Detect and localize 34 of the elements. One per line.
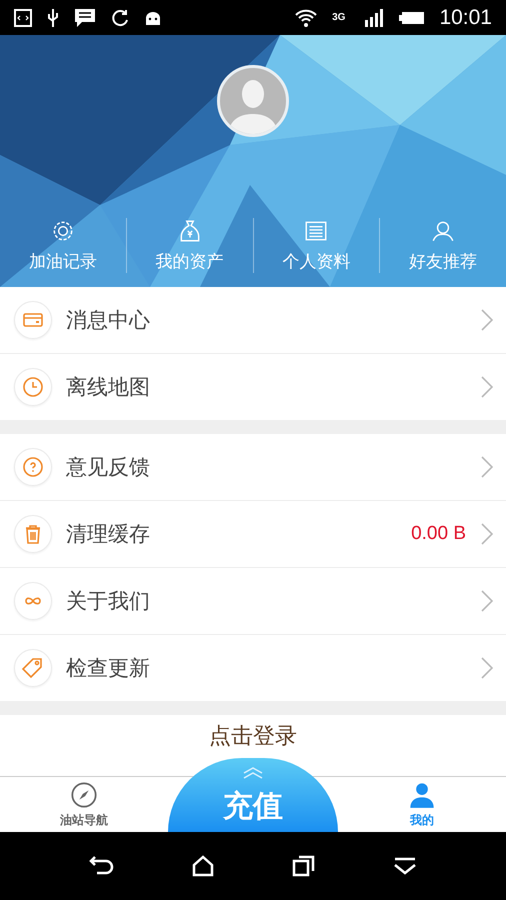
message-icon — [74, 8, 96, 28]
chevron-icon — [480, 522, 494, 546]
menu-label: 清理缓存 — [66, 522, 151, 548]
chevron-icon — [480, 375, 494, 399]
clock-icon — [14, 368, 52, 406]
menu-label: 关于我们 — [66, 589, 151, 615]
double-chevron-up-icon — [242, 766, 264, 780]
question-icon — [14, 448, 52, 486]
tab[interactable]: 油站导航 — [0, 777, 168, 833]
usb-icon — [46, 8, 60, 28]
home-icon[interactable] — [192, 855, 214, 877]
login-link[interactable]: 点击登录 — [209, 721, 297, 751]
cache-size: 0.00 B — [411, 523, 466, 545]
menu-label: 意见反馈 — [66, 455, 151, 481]
chevron-down-icon[interactable] — [393, 857, 418, 875]
menu-label: 离线地图 — [66, 375, 151, 401]
menu-label: 检查更新 — [66, 656, 151, 682]
battery-icon — [399, 10, 426, 24]
code-icon — [14, 8, 32, 26]
chevron-icon — [480, 455, 494, 479]
chevron-icon — [480, 589, 494, 613]
tag-icon — [14, 649, 52, 687]
card-icon — [14, 301, 52, 339]
clock-time: 10:01 — [439, 6, 492, 30]
trash-icon — [14, 515, 52, 553]
menu-label: 消息中心 — [66, 308, 151, 334]
recent-apps-icon[interactable] — [292, 855, 316, 877]
network-type: 3G — [332, 12, 346, 23]
sync-icon — [110, 8, 130, 28]
infinity-icon — [14, 582, 52, 620]
back-icon[interactable] — [88, 855, 115, 877]
chevron-icon — [480, 308, 494, 332]
chevron-icon — [480, 656, 494, 680]
shortcut-button[interactable]: 个人资料 — [252, 218, 380, 273]
